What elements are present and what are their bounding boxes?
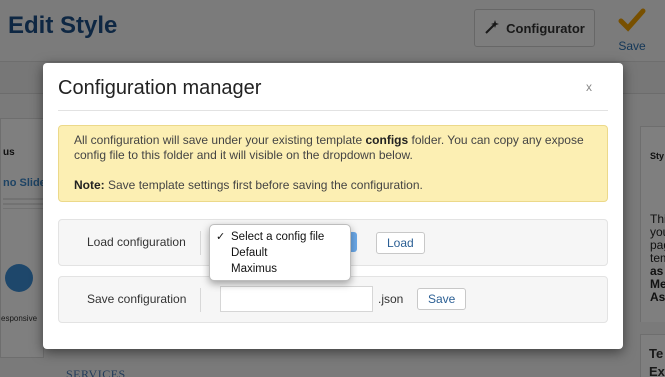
alert-bold-word: configs xyxy=(365,133,409,147)
option-label: Default xyxy=(231,247,268,259)
config-dropdown-menu: ✓ Select a config file Default Maximus xyxy=(209,224,351,281)
option-label: Select a config file xyxy=(231,231,325,243)
modal-title: Configuration manager xyxy=(58,77,262,99)
save-configuration-label: Save configuration xyxy=(87,292,187,306)
modal-divider xyxy=(58,110,608,111)
check-icon: ✓ xyxy=(216,231,226,243)
dropdown-option-select[interactable]: ✓ Select a config file xyxy=(210,229,350,245)
configuration-manager-modal: Configuration manager x All configuratio… xyxy=(43,63,623,349)
info-alert: All configuration will save under your e… xyxy=(58,125,608,202)
option-label: Maximus xyxy=(231,263,278,275)
alert-text: All configuration will save under your e… xyxy=(74,133,366,147)
json-suffix: .json xyxy=(378,292,404,306)
close-icon[interactable]: x xyxy=(586,80,592,94)
alert-message: All configuration will save under your e… xyxy=(74,133,592,163)
save-config-button[interactable]: Save xyxy=(417,288,467,310)
note-label: Note: xyxy=(74,178,105,192)
row-divider xyxy=(200,288,201,312)
config-name-input[interactable] xyxy=(220,286,373,312)
note-text: Save template settings first before savi… xyxy=(104,178,423,192)
load-configuration-label: Load configuration xyxy=(87,235,186,249)
dropdown-option-maximus[interactable]: Maximus xyxy=(210,261,350,277)
dropdown-option-default[interactable]: Default xyxy=(210,245,350,261)
alert-note: Note: Save template settings first befor… xyxy=(74,178,592,193)
save-configuration-row: Save configuration .json Save xyxy=(58,276,608,323)
load-button[interactable]: Load xyxy=(376,232,425,254)
row-divider xyxy=(200,231,201,255)
